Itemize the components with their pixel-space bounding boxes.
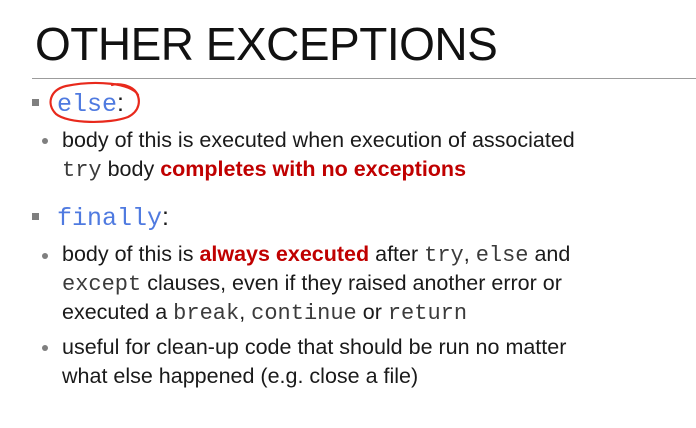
finally-line-1: body of this is always executed after tr… (62, 240, 570, 270)
else-description-line-1: body of this is executed when execution … (62, 126, 575, 154)
finally-keyword: finally (57, 204, 163, 233)
return-code: return (387, 301, 468, 326)
finally-heading: finally: (57, 202, 169, 234)
else-keyword: else (57, 90, 118, 119)
square-bullet-icon (32, 99, 39, 106)
finally-colon: : (162, 203, 169, 231)
bullet-dot-icon (42, 138, 48, 144)
cleanup-line-2: what else happened (e.g. close a file) (62, 362, 418, 390)
bullet-dot-icon (42, 253, 48, 259)
finally-text: after (369, 242, 425, 266)
else-code: else (475, 243, 529, 268)
cleanup-line-1: useful for clean-up code that should be … (62, 333, 566, 361)
finally-text: executed a (62, 300, 174, 324)
except-code: except (62, 272, 142, 297)
finally-text: body of this is (62, 242, 200, 266)
square-bullet-icon (32, 213, 39, 220)
else-desc-text: body of this is executed when execution … (62, 128, 575, 152)
cleanup-text: useful for clean-up code that should be … (62, 335, 567, 359)
bullet-dot-icon (42, 345, 48, 351)
finally-line-3: executed a break, continue or return (62, 298, 467, 328)
else-heading: else: (57, 88, 124, 120)
finally-text: and (528, 242, 571, 266)
finally-text: or (356, 300, 388, 324)
try-code: try (62, 158, 102, 183)
else-desc-text-2: body (101, 157, 161, 181)
title-divider (32, 78, 696, 79)
finally-text: clauses, even if they raised another err… (141, 271, 562, 295)
else-highlight: completes with no exceptions (160, 157, 467, 181)
finally-line-2: except clauses, even if they raised anot… (62, 269, 562, 299)
else-colon: : (117, 89, 124, 117)
else-description-line-2: try body completes with no exceptions (62, 155, 466, 185)
try-code: try (424, 243, 464, 268)
cleanup-text: what else happened (e.g. close a file) (62, 364, 419, 388)
break-code: break (173, 301, 240, 326)
slide-title: OTHER EXCEPTIONS (35, 18, 498, 70)
finally-text: , (239, 300, 252, 324)
continue-code: continue (251, 301, 357, 326)
finally-highlight: always executed (199, 242, 370, 266)
finally-text: , (463, 242, 476, 266)
